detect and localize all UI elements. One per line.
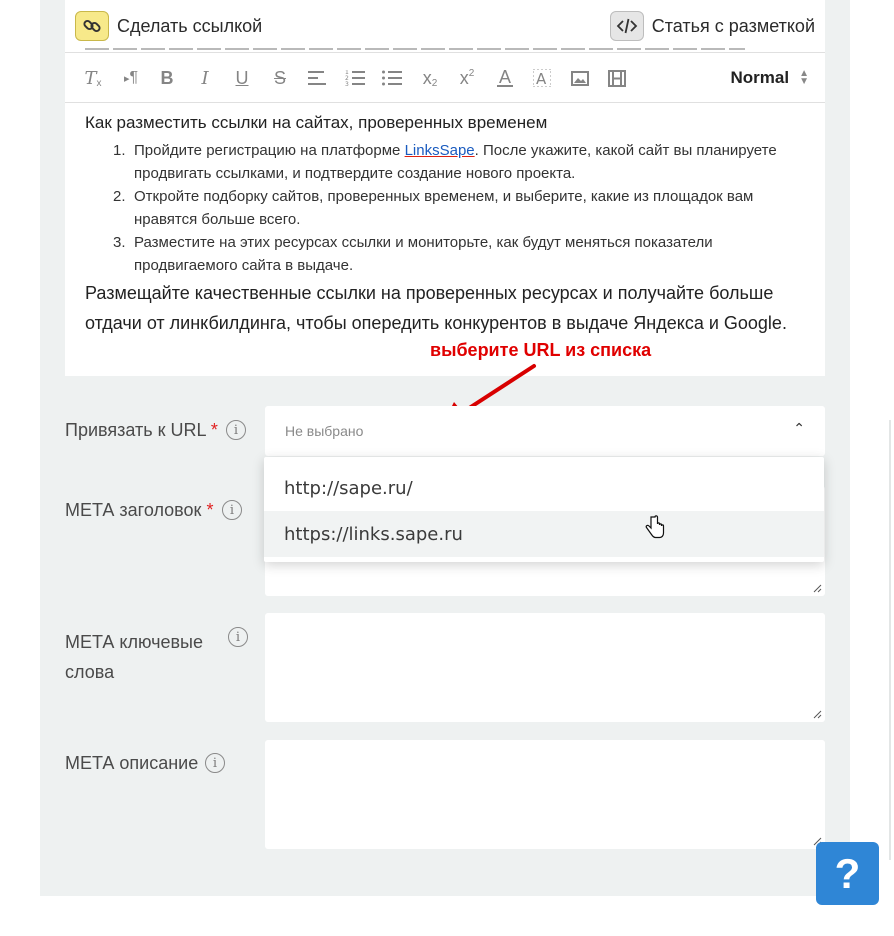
hand-cursor-icon: [645, 515, 665, 539]
help-button[interactable]: ?: [816, 842, 879, 905]
steps-list: 1. Пройдите регистрацию на платформе Lin…: [113, 139, 813, 277]
info-icon[interactable]: i: [228, 627, 248, 647]
info-icon[interactable]: i: [226, 420, 246, 440]
make-link-label: Сделать ссылкой: [117, 15, 263, 36]
svg-text:A: A: [536, 70, 547, 87]
url-option[interactable]: http://sape.ru/: [264, 465, 824, 511]
list-item: 1. Пройдите регистрацию на платформе Lin…: [113, 142, 777, 182]
content-heading: Как разместить ссылки на сайтах, провере…: [85, 113, 548, 132]
chevron-up-icon: ⌃: [793, 420, 805, 436]
content-paragraph: Размещайте качественные ссылки на провер…: [85, 283, 787, 333]
info-icon[interactable]: i: [205, 753, 225, 773]
editor-content[interactable]: Как разместить ссылки на сайтах, провере…: [65, 103, 825, 376]
list-item: 3. Разместите на этих ресурсах ссылки и …: [113, 234, 713, 274]
format-select-value: Normal: [730, 68, 790, 87]
meta-keywords-field[interactable]: [265, 613, 825, 722]
url-select-value: Не выбрано: [285, 423, 364, 439]
clear-format-icon[interactable]: Tx: [81, 65, 105, 91]
top-toolbar: Сделать ссылкой Статья с разметкой: [65, 0, 825, 52]
ordered-list-icon[interactable]: 123: [343, 65, 367, 91]
make-link-button[interactable]: Сделать ссылкой: [75, 11, 262, 41]
underline-icon[interactable]: U: [230, 65, 254, 91]
bold-icon[interactable]: B: [155, 65, 179, 91]
strikethrough-icon[interactable]: S: [268, 65, 292, 91]
url-dropdown: http://sape.ru/ https://links.sape.ru: [264, 457, 824, 562]
bullet-list-icon[interactable]: [380, 65, 404, 91]
meta-description-label: МЕТА описание: [65, 753, 199, 773]
linkssape-link[interactable]: LinksSape: [405, 142, 475, 159]
resize-handle-icon[interactable]: [813, 584, 822, 593]
superscript-icon[interactable]: x2: [455, 65, 479, 91]
meta-title-label: МЕТА заголовок *: [65, 500, 214, 520]
page: Сделать ссылкой Статья с разметкой Tx ▸ ¶…: [0, 0, 894, 936]
list-item: 2. Откройте подборку сайтов, проверенных…: [113, 188, 754, 228]
subscript-icon[interactable]: x2: [418, 65, 442, 91]
svg-text:3: 3: [345, 81, 349, 86]
paragraph-direction-icon[interactable]: ▸ ¶: [119, 65, 143, 91]
image-icon[interactable]: [568, 65, 592, 91]
markup-article-button[interactable]: Статья с разметкой: [609, 11, 815, 41]
updown-icon: ▲ ▼: [799, 68, 809, 87]
editor-toolbar: Tx ▸ ¶ B I U S 123 x2 x2 A A Normal ▲ ▼: [65, 52, 825, 103]
meta-description-field[interactable]: [265, 740, 825, 849]
video-icon[interactable]: [605, 65, 629, 91]
format-select[interactable]: Normal ▲ ▼: [731, 68, 809, 88]
align-icon[interactable]: [305, 65, 329, 91]
code-icon: [609, 11, 644, 41]
url-option[interactable]: https://links.sape.ru: [264, 511, 824, 557]
link-icon: [75, 11, 109, 41]
info-icon[interactable]: i: [222, 500, 242, 520]
text-color-icon[interactable]: A: [493, 65, 517, 91]
markup-article-label: Статья с разметкой: [651, 15, 815, 36]
resize-handle-icon[interactable]: [813, 710, 822, 719]
url-select[interactable]: Не выбрано ⌃: [265, 406, 825, 456]
meta-keywords-label: МЕТА ключевые слова: [65, 632, 203, 682]
italic-icon[interactable]: I: [193, 65, 217, 91]
background-color-icon[interactable]: A: [530, 65, 554, 91]
url-label: Привязать к URL *: [65, 420, 218, 440]
scrollbar-track[interactable]: [889, 420, 891, 860]
